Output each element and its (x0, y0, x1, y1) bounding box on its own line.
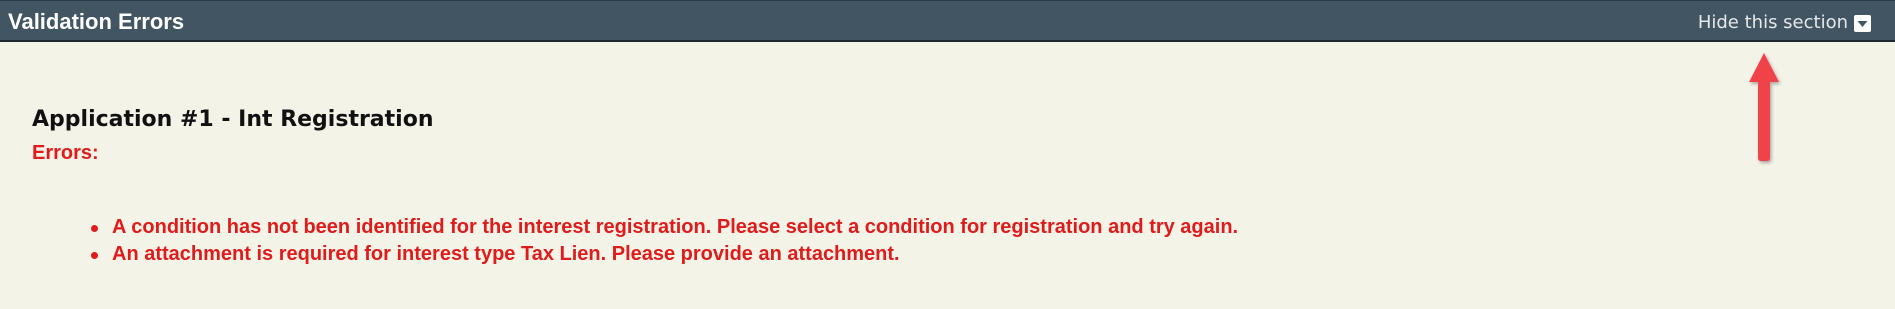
application-title: Application #1 - Int Registration (32, 107, 434, 132)
error-message: An attachment is required for interest t… (112, 243, 900, 265)
hide-section-label[interactable]: Hide this section (1698, 12, 1848, 34)
section-title: Validation Errors (8, 9, 185, 34)
error-list: A condition has not been identified for … (88, 214, 1238, 268)
errors-label: Errors: (32, 142, 99, 164)
error-item: A condition has not been identified for … (88, 214, 1238, 241)
error-message: A condition has not been identified for … (112, 216, 1239, 238)
bullet-icon (91, 225, 98, 232)
hide-section-toggle[interactable]: Hide this section (1698, 11, 1871, 35)
up-arrow-icon (1749, 53, 1779, 161)
error-item: An attachment is required for interest t… (88, 241, 1238, 268)
bullet-icon (91, 252, 98, 259)
chevron-down-icon[interactable] (1854, 14, 1871, 32)
validation-errors-panel: Validation Errors Hide this section Appl… (0, 0, 1895, 309)
section-header: Validation Errors Hide this section (0, 0, 1895, 42)
